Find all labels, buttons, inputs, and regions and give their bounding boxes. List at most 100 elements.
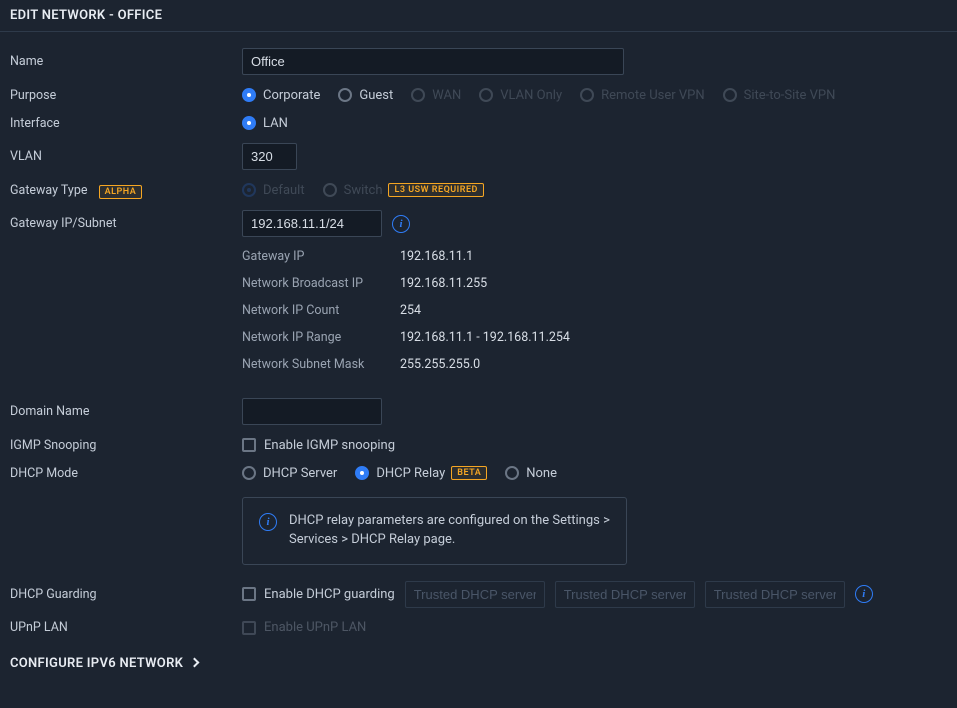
info-icon[interactable]: i <box>392 215 410 233</box>
label-text: Gateway Type <box>10 183 87 198</box>
radio-circle-icon <box>355 466 369 480</box>
radio-switch: Switch <box>323 183 383 198</box>
label-gateway-ip-subnet: Gateway IP/Subnet <box>10 216 242 231</box>
radio-label: Corporate <box>263 88 320 103</box>
label-dhcp-mode: DHCP Mode <box>10 466 242 481</box>
detail-range: Network IP Range 192.168.11.1 - 192.168.… <box>0 324 957 351</box>
radio-circle-icon <box>411 88 425 102</box>
checkbox-label: Enable IGMP snooping <box>264 438 395 453</box>
radio-label: LAN <box>263 116 288 131</box>
radio-label: Switch <box>344 183 383 198</box>
detail-label: Network Subnet Mask <box>242 357 400 372</box>
checkbox-box-icon <box>242 438 256 452</box>
detail-value: 254 <box>400 303 421 318</box>
dhcp-relay-info-box: i DHCP relay parameters are configured o… <box>242 497 627 565</box>
label-vlan: VLAN <box>10 149 242 164</box>
radio-circle-icon <box>242 183 256 197</box>
radio-guest[interactable]: Guest <box>338 88 393 103</box>
radio-label: DHCP Server <box>263 466 337 481</box>
radio-label: WAN <box>432 88 461 103</box>
checkbox-label: Enable UPnP LAN <box>264 620 366 635</box>
info-icon[interactable]: i <box>855 585 873 603</box>
gateway-ip-subnet-input[interactable] <box>242 210 382 237</box>
radio-circle-icon <box>242 88 256 102</box>
info-icon: i <box>259 513 277 531</box>
row-interface: Interface LAN <box>0 109 957 137</box>
detail-label: Network IP Count <box>242 303 400 318</box>
radio-wan: WAN <box>411 88 461 103</box>
label-name: Name <box>10 54 242 69</box>
row-gateway-ip-subnet: Gateway IP/Subnet i <box>0 204 957 243</box>
info-message: DHCP relay parameters are configured on … <box>289 512 610 550</box>
label-dhcp-guarding: DHCP Guarding <box>10 587 242 602</box>
checkbox-dhcp-guarding[interactable]: Enable DHCP guarding <box>242 587 395 602</box>
radio-corporate[interactable]: Corporate <box>242 88 320 103</box>
detail-count: Network IP Count 254 <box>0 297 957 324</box>
radio-label: None <box>526 466 557 481</box>
checkbox-box-icon <box>242 621 256 635</box>
vlan-input[interactable] <box>242 143 297 170</box>
row-dhcp-mode: DHCP Mode DHCP Server DHCP Relay BETA No… <box>0 459 957 487</box>
label-gateway-type: Gateway Type ALPHA <box>10 183 242 198</box>
alpha-badge: ALPHA <box>99 185 143 199</box>
domain-name-input[interactable] <box>242 398 382 425</box>
radio-default: Default <box>242 183 305 198</box>
radio-circle-icon <box>242 466 256 480</box>
label-purpose: Purpose <box>10 88 242 103</box>
radio-dhcp-server[interactable]: DHCP Server <box>242 466 337 481</box>
chevron-right-icon <box>190 658 200 668</box>
trusted-server-2-input[interactable] <box>555 581 695 608</box>
name-input[interactable] <box>242 48 624 75</box>
radio-label: Site-to-Site VPN <box>744 88 836 103</box>
radio-label: Remote User VPN <box>601 88 705 103</box>
configure-ipv6-link[interactable]: CONFIGURE IPV6 NETWORK <box>0 642 957 681</box>
row-vlan: VLAN <box>0 137 957 176</box>
detail-label: Gateway IP <box>242 249 400 264</box>
beta-badge: BETA <box>451 466 487 480</box>
label-domain-name: Domain Name <box>10 404 242 419</box>
trusted-server-3-input[interactable] <box>705 581 845 608</box>
edit-network-form: Name Purpose Corporate Guest WAN VLAN On… <box>0 32 957 681</box>
detail-broadcast: Network Broadcast IP 192.168.11.255 <box>0 270 957 297</box>
row-gateway-type: Gateway Type ALPHA Default Switch L3 USW… <box>0 176 957 204</box>
row-domain-name: Domain Name <box>0 392 957 431</box>
radio-label: VLAN Only <box>500 88 562 103</box>
row-dhcp-guarding: DHCP Guarding Enable DHCP guarding i <box>0 575 957 614</box>
radio-circle-icon <box>242 116 256 130</box>
detail-value: 192.168.11.1 <box>400 249 473 264</box>
detail-value: 192.168.11.255 <box>400 276 487 291</box>
label-upnp: UPnP LAN <box>10 620 242 635</box>
radio-label: DHCP Relay <box>376 466 445 481</box>
trusted-server-1-input[interactable] <box>405 581 545 608</box>
detail-label: Network IP Range <box>242 330 400 345</box>
label-interface: Interface <box>10 116 242 131</box>
row-igmp: IGMP Snooping Enable IGMP snooping <box>0 431 957 459</box>
detail-gateway-ip: Gateway IP 192.168.11.1 <box>0 243 957 270</box>
radio-vlan-only: VLAN Only <box>479 88 562 103</box>
page-header: EDIT NETWORK - OFFICE <box>0 0 957 32</box>
radio-site-vpn: Site-to-Site VPN <box>723 88 836 103</box>
label-igmp: IGMP Snooping <box>10 438 242 453</box>
radio-circle-icon <box>323 183 337 197</box>
row-purpose: Purpose Corporate Guest WAN VLAN Only Re… <box>0 81 957 109</box>
checkbox-box-icon <box>242 587 256 601</box>
checkbox-label: Enable DHCP guarding <box>264 587 395 602</box>
row-name: Name <box>0 42 957 81</box>
detail-value: 192.168.11.1 - 192.168.11.254 <box>400 330 570 345</box>
checkbox-upnp: Enable UPnP LAN <box>242 620 366 635</box>
radio-circle-icon <box>338 88 352 102</box>
page-title: EDIT NETWORK - OFFICE <box>10 8 947 23</box>
checkbox-igmp[interactable]: Enable IGMP snooping <box>242 438 395 453</box>
radio-dhcp-none[interactable]: None <box>505 466 557 481</box>
l3-required-badge: L3 USW REQUIRED <box>388 183 483 197</box>
radio-circle-icon <box>479 88 493 102</box>
row-upnp: UPnP LAN Enable UPnP LAN <box>0 614 957 642</box>
radio-dhcp-relay[interactable]: DHCP Relay <box>355 466 445 481</box>
radio-lan[interactable]: LAN <box>242 116 288 131</box>
detail-label: Network Broadcast IP <box>242 276 400 291</box>
radio-label: Default <box>263 183 305 198</box>
section-link-label: CONFIGURE IPV6 NETWORK <box>10 656 183 671</box>
radio-circle-icon <box>505 466 519 480</box>
radio-circle-icon <box>723 88 737 102</box>
radio-label: Guest <box>359 88 393 103</box>
